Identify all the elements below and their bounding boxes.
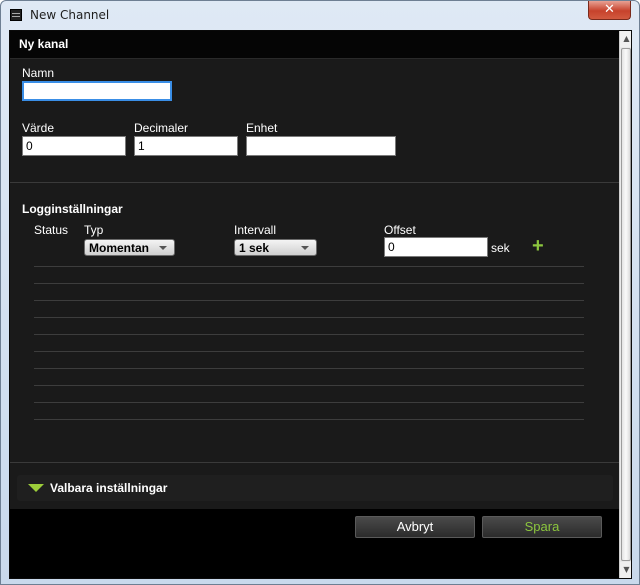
app-menu-icon[interactable] [10, 9, 22, 21]
save-button[interactable]: Spara [482, 516, 602, 538]
section-divider [10, 182, 619, 183]
logging-section-title: Logginställningar [22, 202, 123, 216]
optional-settings-label: Valbara inställningar [50, 481, 168, 495]
decimals-input[interactable] [134, 136, 238, 156]
log-row-line [34, 334, 584, 335]
triangle-down-icon [28, 484, 44, 492]
dialog-client-area: Ny kanal Namn Värde Decimaler Enhet Logg… [9, 30, 632, 579]
form-content: Ny kanal Namn Värde Decimaler Enhet Logg… [10, 31, 619, 578]
chevron-down-icon [301, 246, 309, 250]
log-row-line [34, 368, 584, 369]
log-row-line [34, 385, 584, 386]
scroll-down-icon[interactable]: ▼ [620, 562, 631, 578]
dialog-footer: Avbryt Spara [10, 509, 619, 578]
title-bar[interactable]: New Channel ✕ [1, 1, 639, 29]
chevron-down-icon [159, 246, 167, 250]
scrollbar-thumb[interactable] [621, 48, 631, 561]
offset-unit-label: sek [491, 241, 510, 255]
name-input[interactable] [22, 81, 172, 101]
type-select[interactable]: Momentan [84, 239, 175, 256]
status-column-header: Status [34, 223, 69, 237]
log-row-line [34, 351, 584, 352]
type-column-header: Typ [84, 223, 104, 237]
value-input[interactable] [22, 136, 126, 156]
name-label: Namn [22, 66, 55, 80]
log-row-line [34, 300, 584, 301]
log-row-line [34, 283, 584, 284]
vertical-scrollbar[interactable]: ▲ ▼ [619, 31, 631, 578]
decimals-label: Decimaler [134, 121, 189, 135]
page-title: Ny kanal [19, 37, 69, 51]
value-label: Värde [22, 121, 55, 135]
unit-input[interactable] [246, 136, 396, 156]
interval-select-value: 1 sek [239, 241, 270, 255]
plus-icon[interactable]: + [532, 236, 544, 256]
close-button[interactable]: ✕ [588, 1, 631, 20]
log-row-line [34, 402, 584, 403]
cancel-button[interactable]: Avbryt [355, 516, 475, 538]
type-select-value: Momentan [89, 241, 149, 255]
offset-column-header: Offset [384, 223, 416, 237]
interval-select[interactable]: 1 sek [234, 239, 317, 256]
log-row-line [34, 419, 584, 420]
scroll-up-icon[interactable]: ▲ [620, 31, 631, 47]
header-bar: Ny kanal [10, 31, 619, 59]
dialog-window: New Channel ✕ Ny kanal Namn Värde Decima… [0, 0, 640, 585]
offset-input[interactable] [384, 237, 488, 257]
unit-label: Enhet [246, 121, 278, 135]
log-row-line [34, 266, 584, 267]
section-divider [10, 462, 619, 463]
interval-column-header: Intervall [234, 223, 277, 237]
optional-settings-toggle[interactable]: Valbara inställningar [17, 475, 613, 501]
log-row-line [34, 317, 584, 318]
window-title: New Channel [30, 8, 110, 22]
